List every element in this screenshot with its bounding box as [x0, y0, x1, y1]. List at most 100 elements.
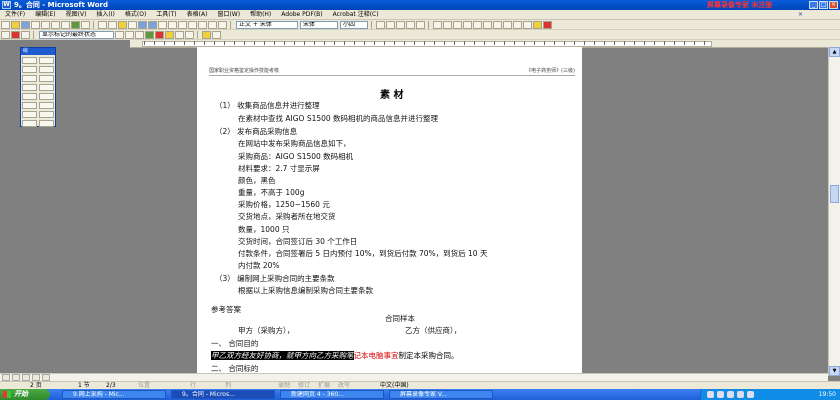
- print-preview-icon[interactable]: [61, 20, 70, 29]
- paste-icon[interactable]: [118, 20, 127, 29]
- menu-tools[interactable]: 工具(T): [151, 10, 181, 20]
- doc-line[interactable]: 重量，不高于 100g: [238, 187, 304, 198]
- doc-line[interactable]: 交货地点，采购者所在地交货: [238, 211, 336, 222]
- underline-icon[interactable]: [396, 20, 405, 29]
- scroll-down-icon[interactable]: ▼: [829, 366, 840, 376]
- task-button[interactable]: 新建网页 4 - 360...: [280, 390, 384, 399]
- save-icon[interactable]: [21, 20, 30, 29]
- menu-insert[interactable]: 插入(I): [91, 10, 119, 20]
- menu-adobe-pdf[interactable]: Adobe PDF(B): [276, 10, 327, 20]
- scroll-thumb[interactable]: [830, 185, 839, 203]
- doc-line[interactable]: 在素材中查找 AIGO S1500 数码相机的商品信息并进行整理: [238, 113, 438, 124]
- menu-file[interactable]: 文件(F): [0, 10, 30, 20]
- columns-icon[interactable]: [188, 20, 197, 29]
- undo-icon[interactable]: [138, 20, 147, 29]
- doc-line[interactable]: 数量，1000 只: [238, 224, 289, 235]
- line-tool-icon[interactable]: [39, 57, 54, 64]
- menu-table[interactable]: 表格(A): [182, 10, 213, 20]
- menu-window[interactable]: 窗口(W): [212, 10, 245, 20]
- doc-line[interactable]: 甲方（采购方），: [238, 325, 294, 336]
- shadow-icon[interactable]: [39, 111, 54, 118]
- format-painter-icon[interactable]: [128, 20, 137, 29]
- drawing-palette[interactable]: 绘: [20, 47, 56, 127]
- wordart-icon[interactable]: [22, 84, 37, 91]
- style-select[interactable]: 正文 + 宋体: [236, 20, 298, 29]
- show-hide-icon[interactable]: [218, 20, 227, 29]
- highlighted-line[interactable]: 甲乙双方经友好协商，就甲方向乙方采购笔记本电脑事宜制定本采购合同。: [211, 350, 459, 361]
- arrow-tool-icon[interactable]: [22, 66, 37, 73]
- permission-icon[interactable]: [31, 20, 40, 29]
- doc-line[interactable]: （2） 发布商品采购信息: [215, 126, 297, 137]
- excel-icon[interactable]: [178, 20, 187, 29]
- show-markup-icon[interactable]: [115, 30, 124, 39]
- table-icon[interactable]: [168, 20, 177, 29]
- print-icon[interactable]: [51, 20, 60, 29]
- font-color-icon[interactable]: [543, 20, 552, 29]
- menu-view[interactable]: 视图(V): [61, 10, 92, 20]
- email-icon[interactable]: [41, 20, 50, 29]
- close-document-icon[interactable]: ×: [798, 11, 803, 18]
- close-button[interactable]: ×: [829, 1, 838, 9]
- line-color-icon[interactable]: [39, 102, 54, 109]
- char-border-icon[interactable]: [406, 20, 415, 29]
- align-center-icon[interactable]: [443, 20, 452, 29]
- acrobat-comment-icon[interactable]: [212, 30, 221, 39]
- web-view-icon[interactable]: [12, 374, 20, 381]
- outline-view-icon[interactable]: [32, 374, 40, 381]
- char-shading-icon[interactable]: [416, 20, 425, 29]
- menu-format[interactable]: 格式(O): [120, 10, 151, 20]
- doc-line[interactable]: 颜色，黑色: [238, 175, 276, 186]
- research-icon[interactable]: [81, 20, 90, 29]
- track-changes-icon[interactable]: [175, 30, 184, 39]
- fill-color-icon[interactable]: [22, 102, 37, 109]
- decrease-indent-icon[interactable]: [503, 20, 512, 29]
- line-spacing-icon[interactable]: [473, 20, 482, 29]
- doc-line[interactable]: 付款条件，合同签署后 5 日内预付 10%，到货后付款 70%，到货后 10 天: [238, 248, 487, 259]
- textbox-tool-icon[interactable]: [39, 75, 54, 82]
- menu-acrobat-comments[interactable]: Acrobat 注释(C): [328, 10, 384, 20]
- task-button[interactable]: 屏幕录像专家 V...: [389, 390, 493, 399]
- open-folder-icon[interactable]: [11, 20, 20, 29]
- selected-text[interactable]: 甲乙双方经友好协商，就甲方向乙方采购笔: [211, 351, 354, 360]
- doc-line[interactable]: 乙方（供应商），: [405, 325, 461, 336]
- pdf-icon[interactable]: [1, 30, 10, 39]
- bullets-icon[interactable]: [493, 20, 502, 29]
- cut-icon[interactable]: [98, 20, 107, 29]
- vertical-scrollbar[interactable]: ▲ ▼: [828, 47, 840, 376]
- print-view-icon[interactable]: [22, 374, 30, 381]
- justify-icon[interactable]: [463, 20, 472, 29]
- doc-line[interactable]: 交货时间，合同签订后 30 个工作日: [238, 236, 357, 247]
- doc-line[interactable]: 在网站中发布采购商品信息如下，: [238, 138, 351, 149]
- align-right-icon[interactable]: [453, 20, 462, 29]
- task-button[interactable]: 9。合同 - Micros...: [171, 390, 275, 399]
- doc-line[interactable]: 参考答案: [211, 304, 241, 315]
- task-button[interactable]: 9.网上采购 - Mic...: [62, 390, 166, 399]
- doc-line[interactable]: 合同样本: [385, 313, 415, 324]
- copy-icon[interactable]: [108, 20, 117, 29]
- horizontal-scrollbar[interactable]: [0, 373, 828, 381]
- start-button[interactable]: 开始: [0, 389, 50, 400]
- doc-line[interactable]: 材料要求：2.7 寸显示屏: [238, 163, 320, 174]
- word-app-icon[interactable]: W: [2, 1, 11, 9]
- doc-line[interactable]: 采购商品：AIGO S1500 数码相机: [238, 151, 353, 162]
- spelling-icon[interactable]: [71, 20, 80, 29]
- dash-style-icon[interactable]: [39, 120, 54, 127]
- red-text[interactable]: 记本电脑事宜: [354, 351, 399, 360]
- doc-line[interactable]: （3） 编制网上采购合同的主要条款: [215, 273, 335, 284]
- pdf-mail-icon[interactable]: [21, 30, 30, 39]
- doc-map-icon[interactable]: [208, 20, 217, 29]
- select-objects-icon[interactable]: [22, 57, 37, 64]
- redo-icon[interactable]: [148, 20, 157, 29]
- markup-display-select[interactable]: 显示标记的最终状态: [39, 30, 114, 39]
- drawing-icon[interactable]: [198, 20, 207, 29]
- previous-change-icon[interactable]: [125, 30, 134, 39]
- doc-line[interactable]: （1） 收集商品信息并进行整理: [215, 100, 320, 111]
- new-document-icon[interactable]: [1, 20, 10, 29]
- maximize-button[interactable]: □: [819, 1, 828, 9]
- doc-line[interactable]: 一、 合同目的: [211, 338, 258, 349]
- picture-icon[interactable]: [39, 93, 54, 100]
- clipart-icon[interactable]: [22, 93, 37, 100]
- align-left-icon[interactable]: [433, 20, 442, 29]
- tail-text[interactable]: 制定本采购合同。: [399, 351, 459, 360]
- text-a-icon[interactable]: [22, 111, 37, 118]
